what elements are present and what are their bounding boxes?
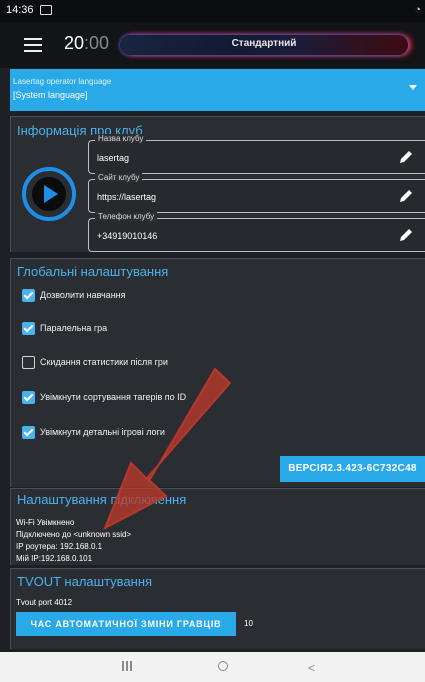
auto-switch-value: 10 <box>244 619 253 628</box>
status-time: 14:36 <box>6 4 34 16</box>
game-clock: 20:00 <box>64 33 109 54</box>
checkbox-icon[interactable] <box>22 426 35 439</box>
tvout-port: Tvout port 4012 <box>16 598 73 607</box>
club-name-label: Назва клубу <box>95 134 147 143</box>
club-name-value: lasertag <box>97 153 130 163</box>
language-dropdown[interactable]: Lasertag operator language [System langu… <box>10 69 425 111</box>
wifi-icon: ◔ <box>414 4 421 16</box>
app-bar: 20:00 Стандартний <box>0 22 425 68</box>
checkbox-icon[interactable] <box>22 289 35 302</box>
clock-minutes: :00 <box>84 33 110 53</box>
chevron-down-icon <box>409 85 417 90</box>
club-phone-value: +34919010146 <box>97 231 158 241</box>
auto-switch-button[interactable]: ЧАС АВТОМАТИЧНОЇ ЗМІНИ ГРАВЦІВ <box>16 612 236 636</box>
game-mode-selector[interactable]: Стандартний <box>120 35 408 55</box>
ssid-status: Підключено до <unknown ssid> <box>16 530 132 539</box>
clock-hours: 20 <box>64 33 85 53</box>
club-phone-label: Телефон клубу <box>95 212 158 221</box>
nav-back-icon[interactable]: < <box>308 661 315 675</box>
router-ip: IP роутера: 192.168.0.1 <box>16 542 103 551</box>
club-site-field[interactable]: Сайт клубу https://lasertag <box>88 173 425 213</box>
connection-settings-title: Налаштування підключення <box>17 492 187 507</box>
option-label: Скидання статистики після гри <box>40 357 168 367</box>
club-site-value: https://lasertag <box>97 192 157 202</box>
club-name-field[interactable]: Назва клубу lasertag <box>88 134 425 174</box>
nav-home-icon[interactable] <box>218 661 228 671</box>
option-label: Увімкнути сортування тагерів по ID <box>40 392 187 402</box>
image-notification-icon <box>40 5 52 15</box>
option-label: Увімкнути детальні ігрові логи <box>40 427 165 437</box>
language-label: Lasertag operator language <box>13 77 112 86</box>
club-phone-field[interactable]: Телефон клубу +34919010146 <box>88 212 425 252</box>
checkbox-icon[interactable] <box>22 356 35 369</box>
language-value: [System language] <box>13 90 88 100</box>
pencil-icon[interactable] <box>398 149 414 165</box>
system-nav-bar: < <box>0 652 425 682</box>
menu-icon[interactable] <box>24 35 42 55</box>
option-label: Паралельна гра <box>40 323 108 333</box>
tvout-settings-title: TVOUT налаштування <box>17 574 153 589</box>
play-icon[interactable] <box>22 167 76 221</box>
pencil-icon[interactable] <box>398 188 414 204</box>
status-bar: 14:36 ◔ <box>0 0 425 22</box>
option-label: Дозволити навчання <box>40 290 126 300</box>
nav-recent-icon[interactable] <box>122 661 132 671</box>
tvout-settings-card: TVOUT налаштування <box>10 568 425 649</box>
version-button[interactable]: ВЕРСІЯ2.3.423-6C732C48 <box>280 456 425 482</box>
global-settings-title: Глобальні налаштування <box>17 264 169 279</box>
my-ip: Мій IP:192.168.0.101 <box>16 554 93 563</box>
club-site-label: Сайт клубу <box>95 173 143 182</box>
wifi-status: Wi-Fi Увімкнено <box>16 518 75 527</box>
game-mode-label: Стандартний <box>231 38 297 49</box>
checkbox-icon[interactable] <box>22 322 35 335</box>
checkbox-icon[interactable] <box>22 391 35 404</box>
pencil-icon[interactable] <box>398 227 414 243</box>
